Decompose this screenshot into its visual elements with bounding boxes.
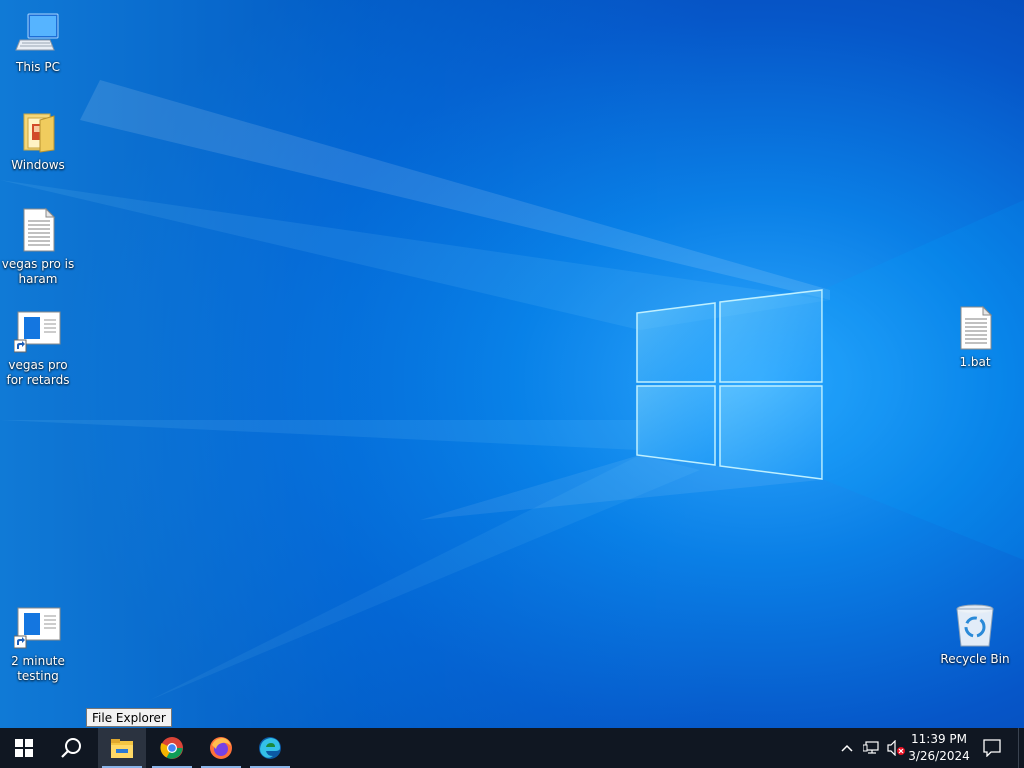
desktop-icon-label: This PC (16, 60, 60, 74)
desktop-icon-label: Recycle Bin (940, 652, 1010, 666)
notification-icon (983, 739, 1001, 757)
file-explorer-icon (111, 739, 133, 758)
shortcut-app-icon (13, 308, 62, 356)
windows-start-icon (15, 739, 33, 757)
taskbar-app-firefox[interactable] (197, 728, 245, 768)
folder-icon (14, 108, 62, 156)
chrome-icon (160, 737, 183, 759)
desktop-icon-1-bat[interactable]: 1.bat (937, 305, 1013, 370)
search-button[interactable] (48, 728, 96, 768)
taskbar-app-edge[interactable] (246, 728, 294, 768)
search-icon (61, 738, 81, 758)
volume-button[interactable] (884, 728, 908, 768)
desktop-icon-vegas-pro-for-retards[interactable]: vegas pro for retards (0, 308, 76, 388)
network-icon (863, 741, 879, 754)
desktop-icon-label: vegas pro is haram (1, 257, 75, 286)
network-button[interactable] (860, 728, 882, 768)
desktop-icon-this-pc[interactable]: This PC (0, 10, 76, 75)
desktop-icon-windows[interactable]: Windows (0, 108, 76, 173)
clock-date: 3/26/2024 (908, 749, 970, 763)
taskbar-app-file-explorer[interactable] (98, 728, 146, 768)
firefox-icon (210, 737, 232, 759)
clock-time: 11:39 PM (911, 732, 967, 746)
show-desktop-button[interactable] (1018, 728, 1024, 768)
shortcut-app-icon (13, 604, 62, 652)
show-hidden-icons-button[interactable] (836, 728, 858, 768)
recycle-bin-icon (951, 602, 999, 650)
taskbar-app-chrome[interactable] (148, 728, 196, 768)
text-file-icon (14, 207, 62, 255)
desktop-icon-label: 1.bat (959, 355, 991, 369)
action-center-button[interactable] (974, 728, 1010, 768)
start-button[interactable] (0, 728, 48, 768)
chevron-up-icon (841, 744, 853, 752)
batch-file-icon (951, 305, 999, 353)
clock[interactable]: 11:39 PM 3/26/2024 (906, 728, 972, 768)
taskbar: 11:39 PM 3/26/2024 (0, 728, 1024, 768)
desktop-icon-recycle-bin[interactable]: Recycle Bin (937, 602, 1013, 667)
desktop-icon-2-minute-testing[interactable]: 2 minute testing (0, 604, 76, 684)
file-explorer-tooltip: File Explorer (86, 708, 172, 727)
volume-muted-icon (887, 740, 905, 756)
desktop-icon-vegas-pro-is-haram[interactable]: vegas pro is haram (0, 207, 76, 287)
desktop: This PC Windows vegas pro is haram vegas… (0, 0, 1024, 728)
desktop-icon-label: Windows (11, 158, 65, 172)
desktop-icon-label: vegas pro for retards (6, 358, 70, 387)
wallpaper-windows-logo (636, 200, 1024, 560)
desktop-icon-label: 2 minute testing (11, 654, 65, 683)
edge-icon (259, 737, 281, 759)
this-pc-icon (14, 10, 62, 58)
